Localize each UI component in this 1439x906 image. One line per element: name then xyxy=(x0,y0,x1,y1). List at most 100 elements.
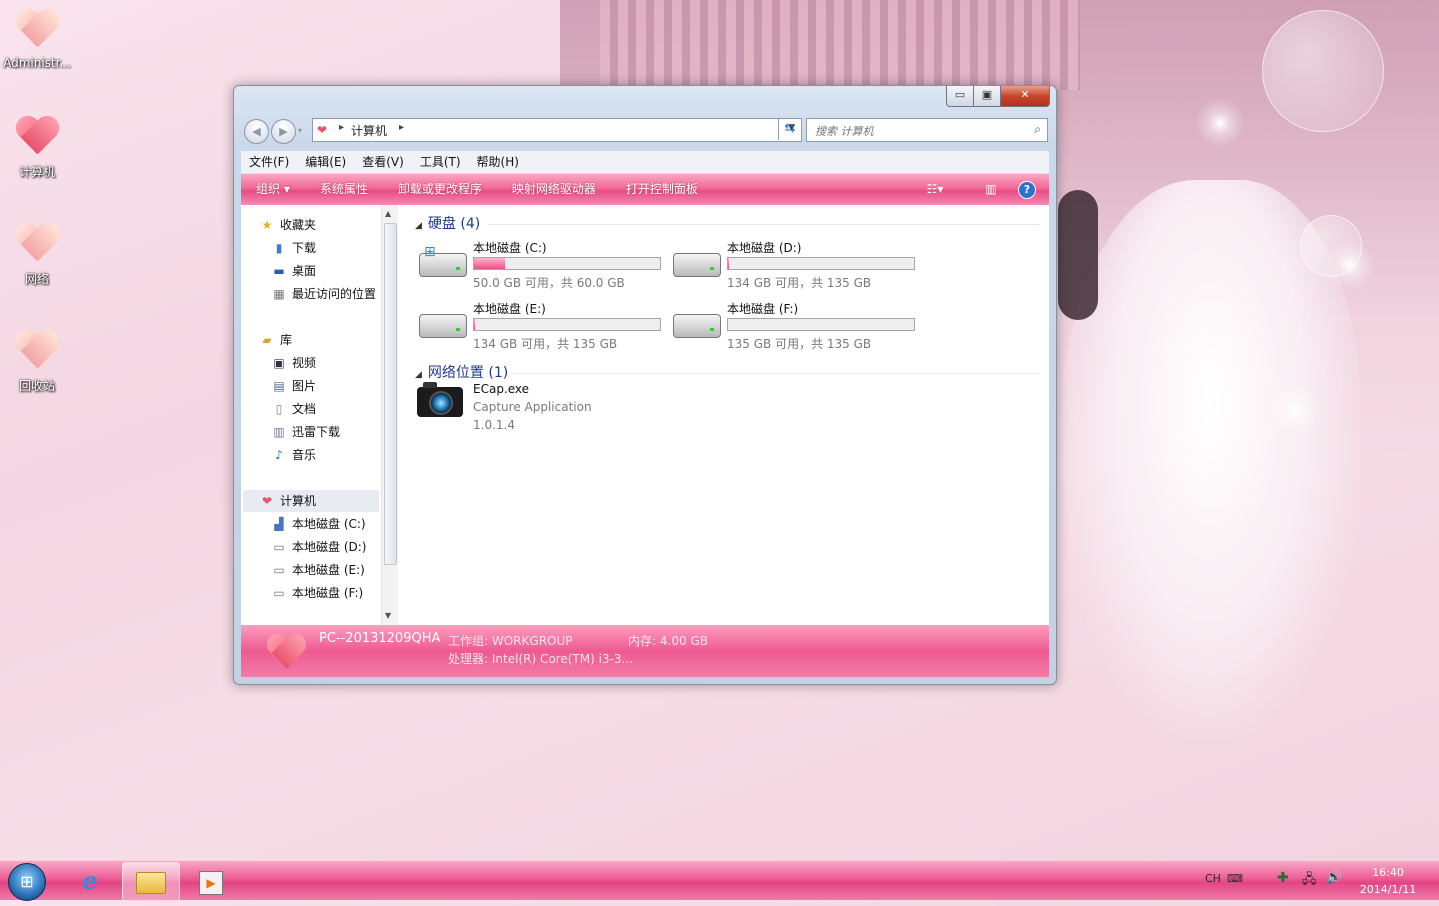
drive-icon: ▭ xyxy=(273,586,285,600)
nav-thunder-downloads[interactable]: ▥ 迅雷下载 xyxy=(271,422,340,442)
security-shield-icon[interactable]: ✚ xyxy=(1277,870,1289,886)
language-indicator[interactable]: CH xyxy=(1205,872,1221,885)
network-status-icon[interactable]: 🖧 xyxy=(1302,870,1317,892)
nav-computer[interactable]: ❤ 计算机 xyxy=(259,491,316,511)
network-item-name: ECap.exe xyxy=(473,382,530,396)
nav-pictures[interactable]: ▤ 图片 xyxy=(271,376,316,396)
drive-icon xyxy=(673,314,721,338)
menu-view[interactable]: 查看(V) xyxy=(354,151,412,173)
open-control-panel-button[interactable]: 打开控制面板 xyxy=(611,174,713,205)
nav-desktop[interactable]: ▬ 桌面 xyxy=(271,261,316,281)
details-pane: PC--20131209QHA 工作组: WORKGROUP 内存: 4.00 … xyxy=(241,625,1049,677)
search-icon[interactable]: ⌕ xyxy=(1034,122,1041,137)
desktop-icon-administrator[interactable]: Administr... xyxy=(0,10,74,70)
media-player-icon: ▶ xyxy=(199,871,223,895)
breadcrumb-computer[interactable]: 计算机 xyxy=(351,122,387,139)
desktop-icon-network[interactable]: 网络 xyxy=(0,224,74,287)
recycle-bin-heart-icon xyxy=(14,331,60,371)
system-properties-button[interactable]: 系统属性 xyxy=(305,174,383,205)
volume-icon[interactable]: 🔊 xyxy=(1326,870,1342,885)
nav-drive-e[interactable]: ▭ 本地磁盘 (E:) xyxy=(271,560,364,580)
nav-recent-places[interactable]: ▦ 最近访问的位置 xyxy=(271,284,376,304)
clock-time: 16:40 xyxy=(1372,866,1404,879)
group-header-network[interactable]: ◢ 网络位置 (1) xyxy=(415,362,508,382)
drive-item-f[interactable]: 本地磁盘 (F:) 135 GB 可用，共 135 GB xyxy=(673,300,923,355)
desktop-icon-computer[interactable]: 计算机 xyxy=(0,117,74,180)
computer-heart-icon xyxy=(265,635,306,671)
system-drive-icon: ⊞ xyxy=(419,244,467,277)
computer-heart-icon: ❤ xyxy=(317,123,328,137)
close-button[interactable]: ✕ xyxy=(1000,86,1050,107)
drive-item-e[interactable]: 本地磁盘 (E:) 134 GB 可用，共 135 GB xyxy=(419,300,669,355)
start-button[interactable]: ⊞ xyxy=(8,863,46,901)
drive-usage-fill xyxy=(474,258,506,269)
command-bar: 组织 ▾ 系统属性 卸载或更改程序 映射网络驱动器 打开控制面板 ☷▾ ▥ ? xyxy=(241,174,1049,205)
group-header-drives[interactable]: ◢ 硬盘 (4) xyxy=(415,213,480,233)
nav-drive-f[interactable]: ▭ 本地磁盘 (F:) xyxy=(271,583,363,603)
drive-usage-fill xyxy=(474,319,476,330)
recent-places-icon: ▦ xyxy=(273,287,285,301)
thunder-download-icon: ▥ xyxy=(273,425,285,439)
collapse-arrow-icon[interactable]: ◢ xyxy=(415,370,422,380)
drive-usage-fill xyxy=(728,258,730,269)
scroll-thumb[interactable] xyxy=(384,223,397,565)
search-input[interactable] xyxy=(813,121,1017,141)
nav-libraries[interactable]: ▰ 库 xyxy=(259,330,292,350)
wallpaper-bubble xyxy=(1262,10,1384,132)
drive-icon xyxy=(673,253,721,277)
group-divider xyxy=(513,373,1039,374)
wallpaper-bubble xyxy=(1300,215,1362,277)
nav-favorites[interactable]: ★ 收藏夹 xyxy=(259,215,316,235)
drive-free-space: 50.0 GB 可用，共 60.0 GB xyxy=(473,276,625,290)
scroll-up-arrow-icon[interactable]: ▲ xyxy=(385,209,391,218)
documents-icon: ▯ xyxy=(275,402,283,416)
history-dropdown-icon[interactable]: ▾ xyxy=(298,126,302,135)
uninstall-program-button[interactable]: 卸载或更改程序 xyxy=(383,174,497,205)
breadcrumb-chevron-icon[interactable]: ▸ xyxy=(339,122,344,133)
back-button[interactable]: ◀ xyxy=(244,119,269,144)
drive-usage-bar xyxy=(727,257,915,270)
search-box[interactable]: ⌕ xyxy=(806,118,1048,142)
desktop-icon-recycle-bin[interactable]: 回收站 xyxy=(0,331,74,394)
refresh-icon[interactable]: ⇆ xyxy=(778,118,801,140)
drive-usage-bar xyxy=(473,257,661,270)
help-icon[interactable]: ? xyxy=(1018,181,1036,199)
collapse-arrow-icon[interactable]: ◢ xyxy=(415,221,422,231)
drive-usage-bar xyxy=(727,318,915,331)
minimize-button[interactable]: ▭ xyxy=(946,86,974,107)
address-bar[interactable]: ❤ ▸ 计算机 ▸ ▼ xyxy=(312,118,802,142)
nav-scrollbar[interactable]: ▲ ▼ xyxy=(382,205,398,625)
nav-videos[interactable]: ▣ 视频 xyxy=(271,353,316,373)
clock[interactable]: 16:40 2014/1/11 xyxy=(1352,864,1424,898)
taskbar-ie[interactable]: e xyxy=(62,862,118,899)
taskbar-media-player[interactable]: ▶ xyxy=(183,862,239,899)
menu-file[interactable]: 文件(F) xyxy=(241,151,297,173)
nav-drive-d[interactable]: ▭ 本地磁盘 (D:) xyxy=(271,537,366,557)
drive-item-d[interactable]: 本地磁盘 (D:) 134 GB 可用，共 135 GB xyxy=(673,239,923,294)
user-heart-icon xyxy=(14,10,60,50)
breadcrumb-chevron-icon[interactable]: ▸ xyxy=(399,122,404,133)
folder-icon xyxy=(136,872,166,894)
menu-tools[interactable]: 工具(T) xyxy=(412,151,469,173)
forward-button[interactable]: ▶ xyxy=(271,119,296,144)
menu-help[interactable]: 帮助(H) xyxy=(469,151,527,173)
drive-free-space: 134 GB 可用，共 135 GB xyxy=(473,337,618,351)
nav-music[interactable]: ♪ 音乐 xyxy=(271,445,316,465)
maximize-button[interactable]: ▣ xyxy=(973,86,1001,107)
organize-button[interactable]: 组织 ▾ xyxy=(241,174,305,205)
nav-documents[interactable]: ▯ 文档 xyxy=(271,399,316,419)
details-workgroup: 工作组: WORKGROUP xyxy=(448,634,573,648)
map-network-drive-button[interactable]: 映射网络驱动器 xyxy=(497,174,611,205)
taskbar-explorer[interactable] xyxy=(122,862,180,901)
drive-free-space: 134 GB 可用，共 135 GB xyxy=(727,276,872,290)
nav-drive-c[interactable]: ▟ 本地磁盘 (C:) xyxy=(271,514,365,534)
desktop-icon-label: 回收站 xyxy=(18,379,55,393)
keyboard-icon[interactable]: ⌨ xyxy=(1227,872,1243,885)
drive-item-c[interactable]: ⊞ 本地磁盘 (C:) 50.0 GB 可用，共 60.0 GB xyxy=(419,239,669,294)
network-item-version: 1.0.1.4 xyxy=(473,418,515,432)
menu-edit[interactable]: 编辑(E) xyxy=(297,151,354,173)
view-options-icon[interactable]: ☷▾ xyxy=(925,180,945,198)
nav-downloads[interactable]: ▮ 下载 xyxy=(271,238,316,258)
preview-pane-icon[interactable]: ▥ xyxy=(981,180,1001,198)
scroll-down-arrow-icon[interactable]: ▼ xyxy=(385,611,391,620)
